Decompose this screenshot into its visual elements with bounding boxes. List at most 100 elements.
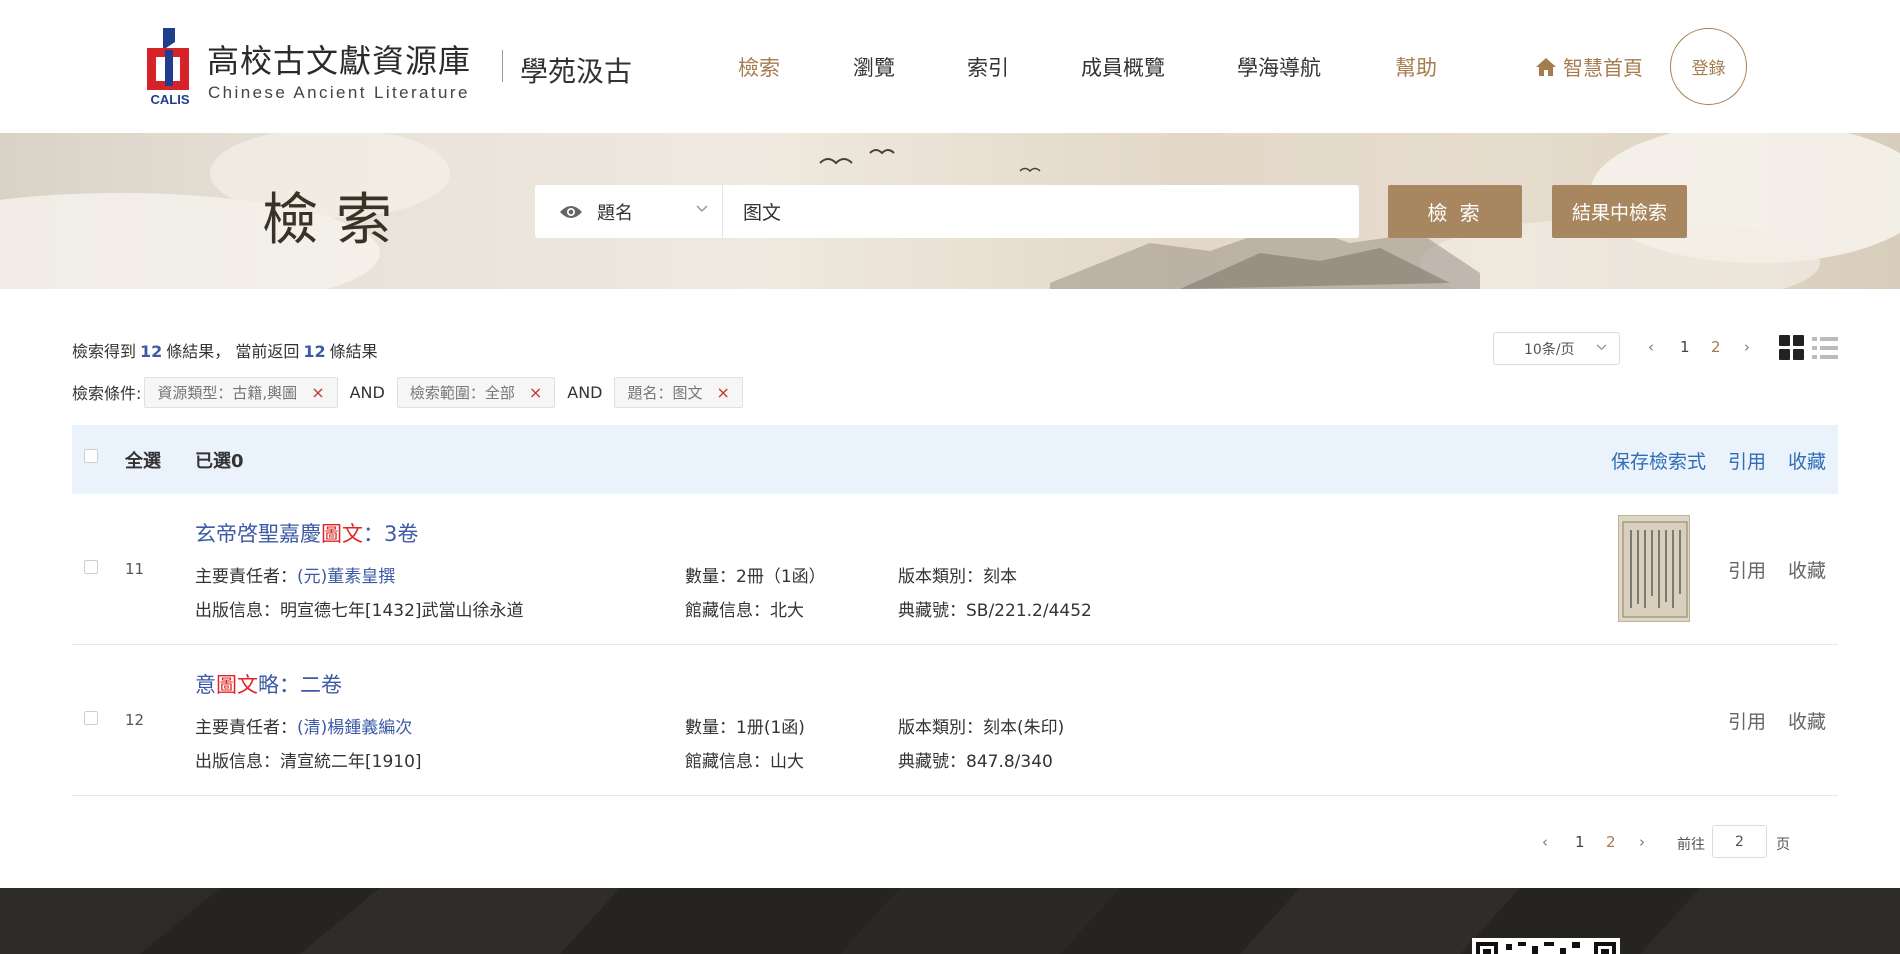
result-record: 11 玄帝啓聖嘉慶圖文：3卷 主要責任者：(元)董素皇撰 數量：2冊（1函） 版… <box>72 494 1838 645</box>
record-author: 主要責任者：(元)董素皇撰 <box>195 562 395 587</box>
title-highlight: 圖文 <box>216 673 258 697</box>
selected-count: 已選0 <box>195 451 244 472</box>
author-label: 主要責任者： <box>195 567 297 587</box>
search-field-value: 題名 <box>597 202 633 224</box>
returned-count: 12 <box>303 342 326 361</box>
login-button[interactable]: 登錄 <box>1670 28 1747 105</box>
page-size-select[interactable]: 10条/页 <box>1493 332 1620 365</box>
page-2-link[interactable]: 2 <box>1711 338 1721 356</box>
search-box: 題名 <box>535 185 1359 238</box>
site-footer <box>0 888 1900 954</box>
summary-prefix: 檢索得到 <box>72 342 137 361</box>
record-thumbnail[interactable] <box>1618 515 1690 622</box>
search-button[interactable]: 檢 索 <box>1388 185 1522 238</box>
eye-icon <box>560 205 582 218</box>
nav-item-help[interactable]: 幫助 <box>1395 52 1437 82</box>
collect-button[interactable]: 收藏 <box>1788 707 1826 734</box>
conditions-label: 檢索條件: <box>72 384 142 403</box>
title-part: 略：二卷 <box>258 673 342 697</box>
record-callno: 典藏號：847.8/340 <box>898 752 1053 772</box>
collect-button[interactable]: 收藏 <box>1788 556 1826 583</box>
title-part: ：3卷 <box>363 522 419 546</box>
goto-page-input[interactable] <box>1712 825 1767 858</box>
calis-logo-icon[interactable]: CALIS <box>145 28 195 106</box>
record-publish: 出版信息：清宣統二年[1910] <box>195 752 422 772</box>
search-within-results-button[interactable]: 結果中檢索 <box>1552 185 1687 238</box>
and-connector: AND <box>567 382 603 402</box>
search-conditions: 檢索條件: 資源類型：古籍,輿圖 × AND 檢索範圍：全部 × AND 題名：… <box>72 376 743 408</box>
book-page-image-icon <box>1622 521 1688 618</box>
page-1-link[interactable]: 1 <box>1575 833 1585 851</box>
nav-item-members[interactable]: 成員概覽 <box>1081 52 1165 82</box>
record-actions: 引用 收藏 <box>1728 556 1826 583</box>
page-size-value: 10条/页 <box>1524 341 1575 358</box>
home-icon <box>1536 57 1556 76</box>
record-publish: 出版信息：明宣德七年[1432]武當山徐永道 <box>195 601 524 621</box>
prev-page-icon[interactable]: ‹ <box>1542 833 1548 851</box>
summary-suffix: 條結果 <box>329 342 378 361</box>
select-all-checkbox[interactable] <box>84 449 98 463</box>
nav-item-search[interactable]: 檢索 <box>738 52 780 82</box>
record-number: 12 <box>125 711 145 729</box>
record-edition: 版本類別：刻本 <box>898 567 1017 587</box>
qr-code-icon <box>1476 942 1616 954</box>
smart-home-link[interactable]: 智慧首頁 <box>1535 52 1643 81</box>
remove-tag-icon[interactable]: × <box>529 383 542 402</box>
summary-mid: 條結果， 當前返回 <box>166 342 300 361</box>
search-field-select[interactable]: 題名 <box>535 185 723 238</box>
record-actions: 引用 收藏 <box>1728 707 1826 734</box>
record-checkbox[interactable] <box>84 711 98 725</box>
goto-label: 前往 <box>1677 837 1705 853</box>
condition-tag-text: 資源類型：古籍,輿圖 <box>157 383 298 402</box>
author-link[interactable]: (元)董素皇撰 <box>297 567 395 587</box>
condition-tag-title: 題名：图文 × <box>614 376 743 408</box>
select-all-label: 全選 <box>125 451 161 472</box>
condition-tag-scope: 檢索範圍：全部 × <box>396 376 556 408</box>
record-title-link[interactable]: 意圖文略：二卷 <box>195 669 342 699</box>
result-list-header: 全選 已選0 保存檢索式 引用 收藏 <box>72 425 1838 494</box>
title-part: 意 <box>195 673 216 697</box>
total-count: 12 <box>140 342 163 361</box>
collect-selected-button[interactable]: 收藏 <box>1788 447 1826 474</box>
list-view-icon[interactable] <box>1812 335 1838 361</box>
condition-tag-text: 檢索範圍：全部 <box>409 383 515 402</box>
grid-view-icon[interactable] <box>1779 335 1805 361</box>
record-checkbox[interactable] <box>84 560 98 574</box>
chevron-down-icon <box>696 205 708 213</box>
logo-text: CALIS <box>151 92 190 106</box>
condition-tag-resource-type: 資源類型：古籍,輿圖 × <box>144 376 338 408</box>
prev-page-icon[interactable]: ‹ <box>1648 338 1654 356</box>
result-summary: 檢索得到 12 條結果， 當前返回 12 條結果 <box>72 338 378 362</box>
next-page-icon[interactable]: › <box>1639 833 1645 851</box>
record-quantity: 數量：2冊（1函） <box>685 567 826 587</box>
goto-unit: 页 <box>1776 837 1790 853</box>
record-author: 主要責任者：(清)楊鍾義編次 <box>195 713 412 738</box>
site-side-title: 學苑汲古 <box>520 55 633 88</box>
cite-button[interactable]: 引用 <box>1728 707 1766 734</box>
banner-title: 檢索 <box>262 188 410 253</box>
nav-item-index[interactable]: 索引 <box>967 52 1009 82</box>
smart-home-label: 智慧首頁 <box>1563 56 1643 80</box>
save-query-button[interactable]: 保存檢索式 <box>1611 447 1706 474</box>
author-link[interactable]: (清)楊鍾義編次 <box>297 718 412 738</box>
remove-tag-icon[interactable]: × <box>717 383 730 402</box>
site-title: 高校古文獻資源庫 <box>207 42 472 80</box>
search-banner: 檢索 題名 檢 索 結果中檢索 <box>0 133 1900 289</box>
nav-item-browse[interactable]: 瀏覽 <box>853 52 895 82</box>
record-edition: 版本類別：刻本(朱印) <box>898 718 1065 738</box>
record-title-link[interactable]: 玄帝啓聖嘉慶圖文：3卷 <box>195 518 418 548</box>
page-1-link[interactable]: 1 <box>1680 338 1690 356</box>
title-part: 玄帝啓聖嘉慶 <box>195 522 321 546</box>
next-page-icon[interactable]: › <box>1744 338 1750 356</box>
page-2-link[interactable]: 2 <box>1606 833 1616 851</box>
cite-button[interactable]: 引用 <box>1728 556 1766 583</box>
remove-tag-icon[interactable]: × <box>311 383 324 402</box>
nav-item-navigation[interactable]: 學海導航 <box>1237 52 1321 82</box>
author-label: 主要責任者： <box>195 718 297 738</box>
title-highlight: 圖文 <box>321 522 363 546</box>
cite-selected-button[interactable]: 引用 <box>1728 447 1766 474</box>
condition-tag-text: 題名：图文 <box>627 383 703 402</box>
and-connector: AND <box>349 382 385 402</box>
search-input[interactable] <box>723 185 1359 238</box>
record-quantity: 數量：1册(1函) <box>685 718 805 738</box>
